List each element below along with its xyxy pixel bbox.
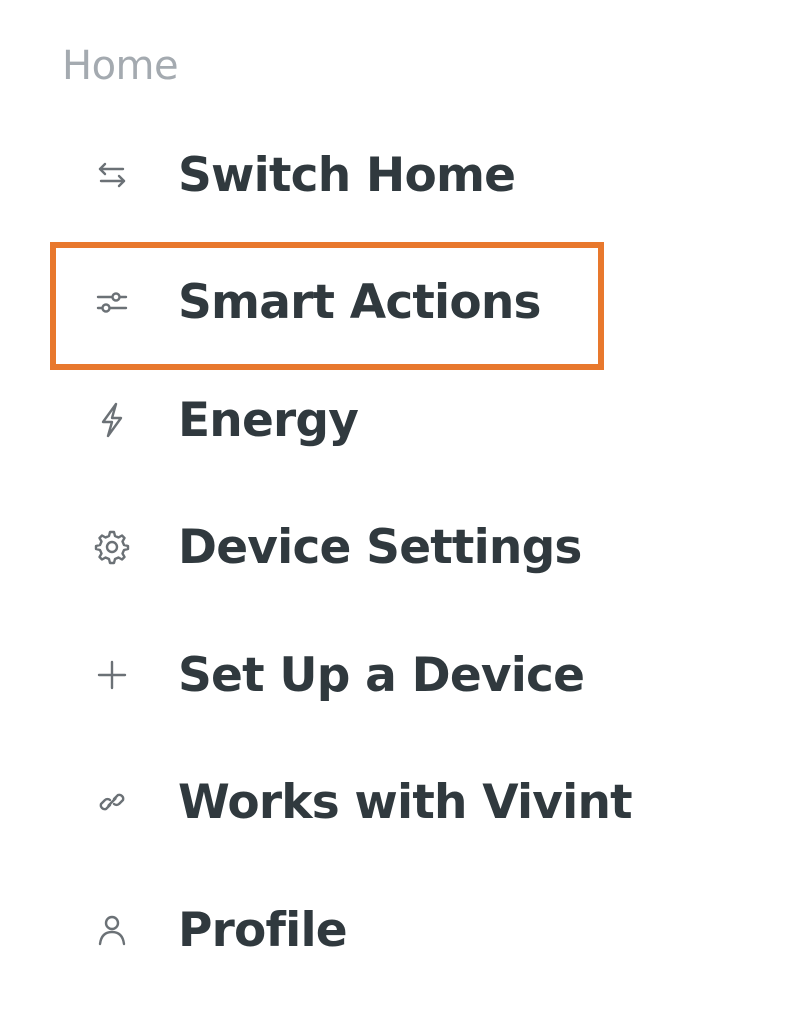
plus-icon [90,653,134,697]
sidebar-menu: Home Switch Home Smart Actions Energy De… [0,0,807,1014]
menu-item-smart-actions[interactable]: Smart Actions [90,267,541,337]
link-icon [90,780,134,824]
menu-item-device-settings[interactable]: Device Settings [90,512,582,582]
menu-item-label: Smart Actions [178,274,541,330]
menu-item-works-with-vivint[interactable]: Works with Vivint [90,767,633,837]
menu-item-label: Switch Home [178,147,516,203]
menu-item-set-up-device[interactable]: Set Up a Device [90,640,585,710]
menu-item-label: Device Settings [178,519,582,575]
menu-item-profile[interactable]: Profile [90,895,348,965]
switch-arrows-icon [90,153,134,197]
menu-item-energy[interactable]: Energy [90,385,359,455]
menu-item-label: Energy [178,392,359,448]
menu-item-label: Works with Vivint [178,774,633,830]
menu-item-label: Profile [178,902,348,958]
menu-item-label: Set Up a Device [178,647,585,703]
sliders-icon [90,280,134,324]
menu-item-switch-home[interactable]: Switch Home [90,140,516,210]
gear-icon [90,525,134,569]
lightning-icon [90,398,134,442]
section-title: Home [62,43,179,89]
person-icon [90,908,134,952]
